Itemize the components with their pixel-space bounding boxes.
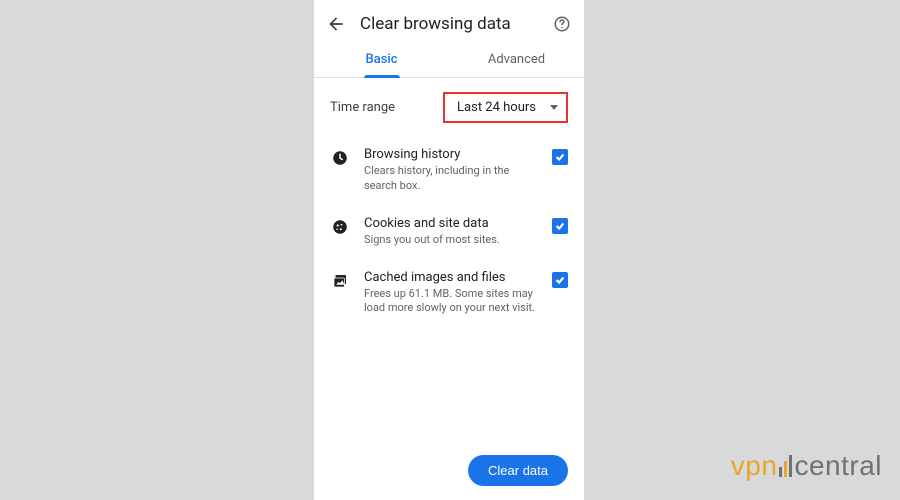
back-icon[interactable] [326, 14, 346, 34]
signal-bars-icon [779, 455, 792, 477]
footer: Clear data [468, 455, 568, 486]
chevron-down-icon [550, 105, 558, 110]
option-title: Cookies and site data [364, 216, 538, 231]
help-icon[interactable] [552, 14, 572, 34]
option-desc: Frees up 61.1 MB. Some sites may load mo… [364, 287, 538, 317]
option-title: Browsing history [364, 147, 538, 162]
watermark-part2: central [794, 450, 882, 482]
checkbox-cached-images[interactable] [552, 272, 568, 288]
clock-icon [330, 149, 350, 167]
watermark-part1: vpn [731, 450, 778, 482]
image-stack-icon [330, 272, 350, 290]
option-title: Cached images and files [364, 270, 538, 285]
tab-basic[interactable]: Basic [314, 44, 449, 77]
option-text: Cached images and files Frees up 61.1 MB… [364, 270, 538, 317]
watermark-logo: vpn central [731, 450, 882, 482]
option-browsing-history: Browsing history Clears history, includi… [314, 137, 584, 206]
option-desc: Signs you out of most sites. [364, 233, 538, 248]
header: Clear browsing data [314, 0, 584, 44]
option-desc: Clears history, including in the search … [364, 164, 538, 194]
cookie-icon [330, 218, 350, 236]
checkbox-browsing-history[interactable] [552, 149, 568, 165]
option-cookies: Cookies and site data Signs you out of m… [314, 206, 584, 260]
page-title: Clear browsing data [360, 14, 538, 34]
tab-advanced[interactable]: Advanced [449, 44, 584, 77]
option-text: Cookies and site data Signs you out of m… [364, 216, 538, 248]
clear-browsing-data-panel: Clear browsing data Basic Advanced Time … [314, 0, 584, 500]
time-range-value: Last 24 hours [457, 100, 536, 115]
clear-data-button[interactable]: Clear data [468, 455, 568, 486]
time-range-select[interactable]: Last 24 hours [443, 92, 568, 123]
option-cached-images: Cached images and files Frees up 61.1 MB… [314, 260, 584, 329]
time-range-label: Time range [330, 100, 443, 115]
option-text: Browsing history Clears history, includi… [364, 147, 538, 194]
time-range-row: Time range Last 24 hours [314, 78, 584, 137]
checkbox-cookies[interactable] [552, 218, 568, 234]
tabs: Basic Advanced [314, 44, 584, 78]
